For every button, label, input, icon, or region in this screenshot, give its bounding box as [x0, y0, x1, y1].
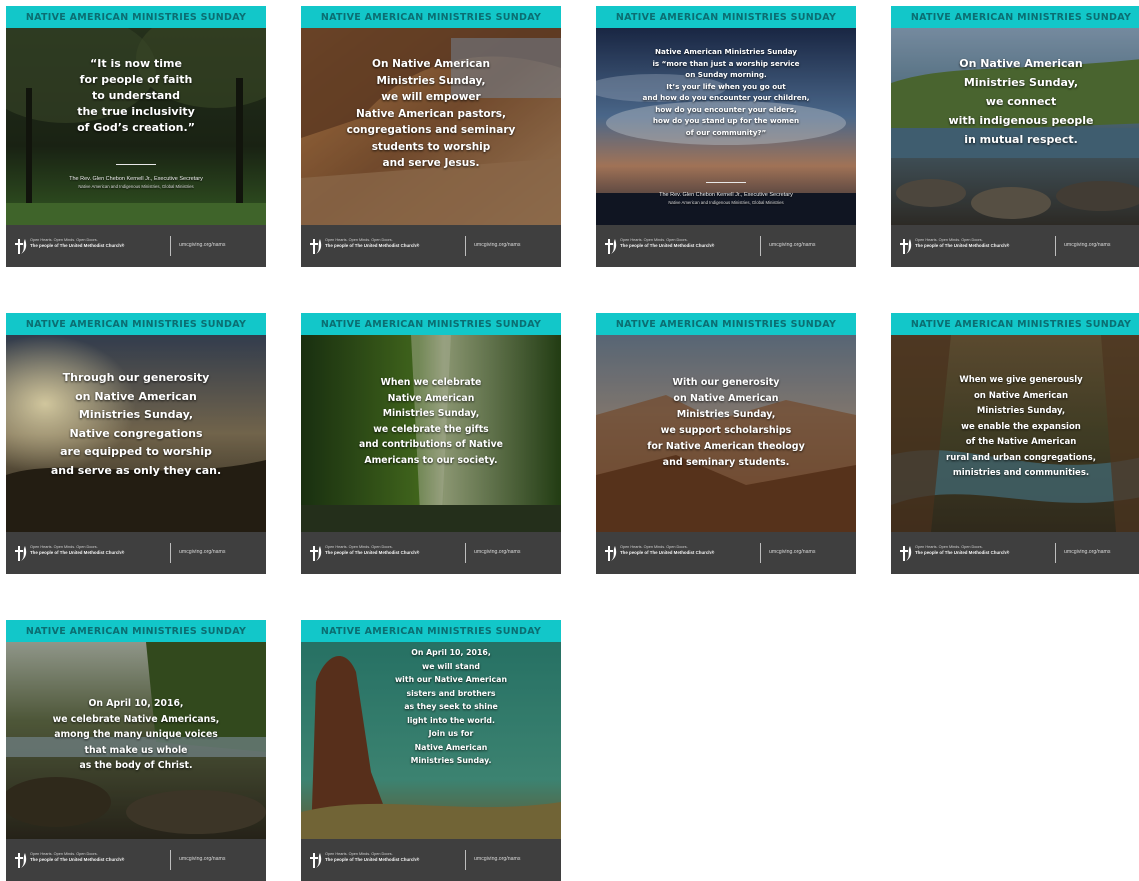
footer-tagline: Open Hearts. Open Minds. Open Doors. The…	[325, 545, 420, 555]
cross-and-flame-icon	[605, 546, 617, 561]
footer-divider	[170, 236, 171, 256]
footer-url[interactable]: umcgiving.org/nams	[474, 242, 520, 248]
footer-divider	[465, 850, 466, 870]
footer-url[interactable]: umcgiving.org/nams	[1064, 549, 1110, 555]
card-message: With our generosity on Native American M…	[647, 377, 805, 468]
card-footer: Open Hearts. Open Minds. Open Doors. The…	[6, 839, 266, 881]
footer-url[interactable]: umcgiving.org/nams	[474, 549, 520, 555]
footer-tagline: Open Hearts. Open Minds. Open Doors. The…	[325, 238, 420, 248]
card-message: On April 10, 2016, we will stand with ou…	[394, 648, 507, 765]
card-footer: Open Hearts. Open Minds. Open Doors. The…	[6, 532, 266, 574]
card-attribution: The Rev. Glen Chebon Kernell Jr., Execut…	[69, 176, 203, 189]
card-footer: Open Hearts. Open Minds. Open Doors. The…	[301, 532, 561, 574]
card-banner: NATIVE AMERICAN MINISTRIES SUNDAY	[596, 313, 856, 335]
card-message: On April 10, 2016, we celebrate Native A…	[52, 698, 220, 771]
footer-tagline: Open Hearts. Open Minds. Open Doors. The…	[30, 545, 125, 555]
footer-url[interactable]: umcgiving.org/nams	[179, 549, 225, 555]
cross-and-flame-icon	[605, 239, 617, 254]
card-footer: Open Hearts. Open Minds. Open Doors. The…	[891, 532, 1139, 574]
footer-url[interactable]: umcgiving.org/nams	[474, 856, 520, 862]
card-banner: NATIVE AMERICAN MINISTRIES SUNDAY	[596, 6, 856, 28]
footer-divider	[760, 236, 761, 256]
footer-tagline: Open Hearts. Open Minds. Open Doors. The…	[325, 852, 420, 862]
footer-divider	[465, 543, 466, 563]
card-message: Native American Ministries Sunday is “mo…	[642, 47, 810, 137]
card-banner: NATIVE AMERICAN MINISTRIES SUNDAY	[301, 6, 561, 28]
cross-and-flame-icon	[900, 546, 912, 561]
card-footer: Open Hearts. Open Minds. Open Doors. The…	[596, 532, 856, 574]
card-message: On Native American Ministries Sunday, we…	[346, 58, 516, 169]
card-footer: Open Hearts. Open Minds. Open Doors. The…	[301, 839, 561, 881]
footer-divider	[170, 543, 171, 563]
cross-and-flame-icon	[310, 239, 322, 254]
footer-tagline: Open Hearts. Open Minds. Open Doors. The…	[620, 545, 715, 555]
card-banner: NATIVE AMERICAN MINISTRIES SUNDAY	[6, 6, 266, 28]
footer-tagline: Open Hearts. Open Minds. Open Doors. The…	[915, 238, 1010, 248]
footer-tagline: Open Hearts. Open Minds. Open Doors. The…	[620, 238, 715, 248]
graphic-card-5[interactable]: NATIVE AMERICAN MINISTRIES SUNDAY Throug…	[6, 313, 266, 574]
cross-and-flame-icon	[15, 239, 27, 254]
graphic-card-8[interactable]: NATIVE AMERICAN MINISTRIES SUNDAY When w…	[891, 313, 1139, 574]
graphic-card-3[interactable]: NATIVE AMERICAN MINISTRIES SUNDAY Native…	[596, 6, 856, 267]
footer-divider	[1055, 543, 1056, 563]
graphic-card-7[interactable]: NATIVE AMERICAN MINISTRIES SUNDAY With o…	[596, 313, 856, 574]
graphic-card-2[interactable]: NATIVE AMERICAN MINISTRIES SUNDAY On Nat…	[301, 6, 561, 267]
footer-url[interactable]: umcgiving.org/nams	[1064, 242, 1110, 248]
card-divider	[116, 164, 156, 165]
card-footer: Open Hearts. Open Minds. Open Doors. The…	[596, 225, 856, 267]
card-divider	[706, 182, 746, 183]
footer-tagline: Open Hearts. Open Minds. Open Doors. The…	[30, 238, 125, 248]
footer-url[interactable]: umcgiving.org/nams	[179, 242, 225, 248]
cross-and-flame-icon	[900, 239, 912, 254]
footer-url[interactable]: umcgiving.org/nams	[769, 242, 815, 248]
card-banner: NATIVE AMERICAN MINISTRIES SUNDAY	[301, 313, 561, 335]
card-footer: Open Hearts. Open Minds. Open Doors. The…	[6, 225, 266, 267]
card-banner: NATIVE AMERICAN MINISTRIES SUNDAY	[891, 313, 1139, 335]
footer-url[interactable]: umcgiving.org/nams	[769, 549, 815, 555]
footer-divider	[760, 543, 761, 563]
card-message: On Native American Ministries Sunday, we…	[948, 57, 1094, 146]
cross-and-flame-icon	[310, 853, 322, 868]
cross-and-flame-icon	[310, 546, 322, 561]
card-message: When we celebrate Native American Minist…	[359, 377, 503, 466]
card-banner: NATIVE AMERICAN MINISTRIES SUNDAY	[6, 620, 266, 642]
card-footer: Open Hearts. Open Minds. Open Doors. The…	[301, 225, 561, 267]
cross-and-flame-icon	[15, 853, 27, 868]
graphic-card-9[interactable]: NATIVE AMERICAN MINISTRIES SUNDAY On Apr…	[6, 620, 266, 881]
card-banner: NATIVE AMERICAN MINISTRIES SUNDAY	[891, 6, 1139, 28]
footer-tagline: Open Hearts. Open Minds. Open Doors. The…	[30, 852, 125, 862]
cross-and-flame-icon	[15, 546, 27, 561]
graphic-card-4[interactable]: NATIVE AMERICAN MINISTRIES SUNDAY On Nat…	[891, 6, 1139, 267]
graphic-card-1[interactable]: NATIVE AMERICAN MINISTRIES SUNDAY “It is…	[6, 6, 266, 267]
card-banner: NATIVE AMERICAN MINISTRIES SUNDAY	[6, 313, 266, 335]
footer-divider	[1055, 236, 1056, 256]
footer-divider	[170, 850, 171, 870]
footer-url[interactable]: umcgiving.org/nams	[179, 856, 225, 862]
card-banner: NATIVE AMERICAN MINISTRIES SUNDAY	[301, 620, 561, 642]
graphic-card-10[interactable]: NATIVE AMERICAN MINISTRIES SUNDAY On Apr…	[301, 620, 561, 881]
graphic-card-6[interactable]: NATIVE AMERICAN MINISTRIES SUNDAY When w…	[301, 313, 561, 574]
card-message: Through our generosity on Native America…	[50, 371, 222, 477]
footer-divider	[465, 236, 466, 256]
card-footer: Open Hearts. Open Minds. Open Doors. The…	[891, 225, 1139, 267]
card-message: “It is now time for people of faith to u…	[77, 57, 195, 134]
card-message: When we give generously on Native Americ…	[946, 375, 1096, 478]
card-attribution: The Rev. Glen Chebon Kernell Jr., Execut…	[659, 192, 793, 205]
footer-tagline: Open Hearts. Open Minds. Open Doors. The…	[915, 545, 1010, 555]
